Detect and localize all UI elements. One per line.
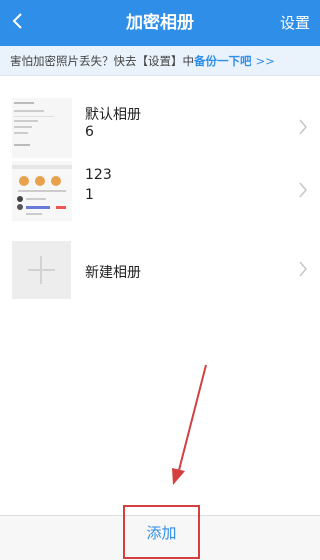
annotation-arrow (172, 364, 207, 485)
add-button[interactable]: 添加 (123, 505, 200, 559)
footer-bar: 添加 (0, 505, 320, 560)
add-label: 添加 (146, 523, 177, 542)
